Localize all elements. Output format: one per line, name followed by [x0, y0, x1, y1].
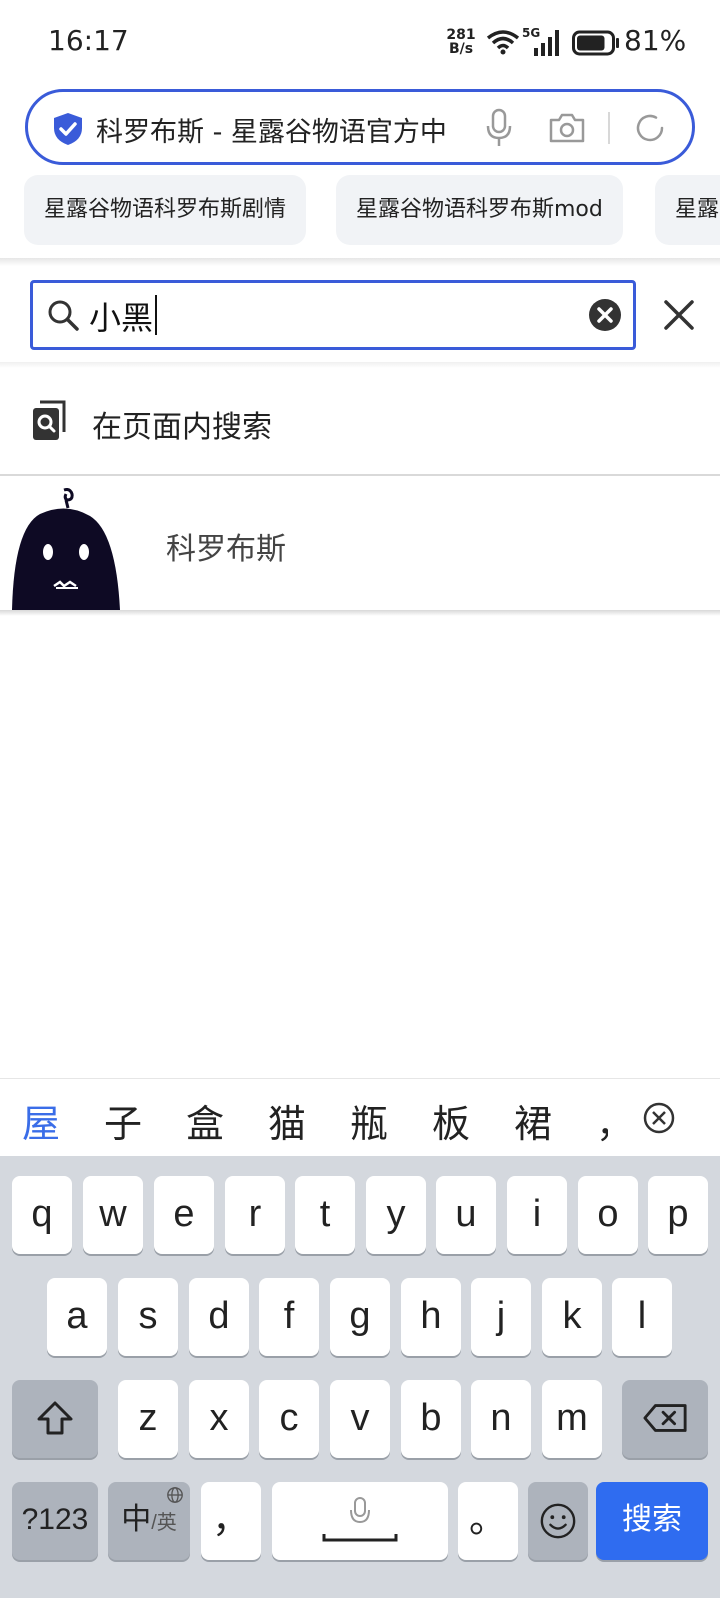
result-item[interactable]: 科罗布斯 — [0, 478, 720, 610]
key-e[interactable]: e — [154, 1176, 214, 1254]
network-speed-value: 281 — [446, 27, 476, 43]
key-q[interactable]: q — [12, 1176, 72, 1254]
results-shadow — [0, 610, 720, 616]
shift-icon — [37, 1401, 73, 1435]
key-r[interactable]: r — [225, 1176, 285, 1254]
key-z[interactable]: z — [118, 1380, 178, 1458]
network-speed-unit: B/s — [448, 41, 474, 57]
emoji-key[interactable] — [528, 1482, 588, 1560]
candidate-word[interactable]: 裙 — [514, 1093, 552, 1148]
key-g[interactable]: g — [330, 1278, 390, 1356]
clear-candidates-icon[interactable] — [642, 1101, 676, 1135]
status-bar: 16:17 281 B/s 5G 81% — [0, 0, 720, 86]
key-f[interactable]: f — [259, 1278, 319, 1356]
suggestion-chip[interactable]: 星露谷物语科罗布斯mod — [336, 175, 623, 245]
space-key[interactable] — [272, 1482, 448, 1560]
candidate-word[interactable]: 子 — [104, 1093, 142, 1148]
refresh-icon[interactable] — [632, 110, 668, 146]
camera-icon[interactable] — [548, 112, 586, 144]
battery-icon — [572, 30, 619, 56]
key-y[interactable]: y — [366, 1176, 426, 1254]
candidate-word[interactable]: 屋 — [22, 1093, 60, 1148]
candidate-word[interactable]: 板 — [432, 1093, 470, 1148]
address-bar-divider — [608, 112, 610, 144]
key-b[interactable]: b — [401, 1380, 461, 1458]
suggestion-chip[interactable]: 星露谷物语科罗布斯剧情 — [24, 175, 307, 245]
backspace-icon — [643, 1404, 687, 1432]
key-t[interactable]: t — [295, 1176, 355, 1254]
language-key-main: 中 — [121, 1503, 152, 1536]
key-j[interactable]: j — [471, 1278, 531, 1356]
page-title[interactable]: 科罗布斯 - 星露谷物语官方中 — [96, 110, 496, 149]
security-shield-icon — [54, 113, 82, 145]
key-w[interactable]: w — [83, 1176, 143, 1254]
wifi-icon — [486, 30, 520, 55]
search-enter-key[interactable]: 搜索 — [596, 1482, 708, 1560]
suggestion-chip[interactable]: 星露谷 — [655, 175, 720, 245]
ime-candidate-bar: 屋 子 盒 猫 瓶 板 裙 ， — [0, 1078, 720, 1156]
find-in-page-input[interactable] — [89, 291, 569, 341]
key-c[interactable]: c — [259, 1380, 319, 1458]
signal-icon — [534, 30, 559, 56]
candidate-word[interactable]: 猫 — [268, 1093, 306, 1148]
address-bar[interactable]: 科罗布斯 - 星露谷物语官方中 — [25, 89, 695, 165]
space-mic-icon — [322, 1497, 398, 1542]
globe-icon — [167, 1487, 183, 1503]
key-d[interactable]: d — [189, 1278, 249, 1356]
clear-input-icon[interactable] — [587, 297, 623, 333]
network-speed: 281 B/s — [446, 28, 476, 56]
key-k[interactable]: k — [542, 1278, 602, 1356]
page-search-icon — [33, 400, 66, 440]
text-cursor — [155, 295, 157, 335]
language-switch-key[interactable]: 中/英 — [108, 1482, 190, 1560]
microphone-icon[interactable] — [484, 108, 514, 148]
key-m[interactable]: m — [542, 1380, 602, 1458]
result-item-label: 科罗布斯 — [166, 532, 286, 567]
key-u[interactable]: u — [436, 1176, 496, 1254]
search-in-page-row[interactable]: 在页面内搜索 — [0, 368, 720, 476]
toolbar-shadow — [0, 258, 720, 266]
candidate-word[interactable]: 瓶 — [350, 1093, 388, 1148]
emoji-icon — [540, 1503, 576, 1539]
krobus-thumbnail — [12, 488, 120, 610]
backspace-key[interactable] — [622, 1380, 708, 1458]
battery-percent: 81% — [624, 24, 687, 57]
candidate-word[interactable]: 盒 — [186, 1093, 224, 1148]
key-o[interactable]: o — [578, 1176, 638, 1254]
key-x[interactable]: x — [189, 1380, 249, 1458]
suggestion-chips: 星露谷物语科罗布斯剧情 星露谷物语科罗布斯mod 星露谷 — [0, 175, 720, 247]
comma-key[interactable]: ， — [201, 1482, 261, 1560]
close-find-icon[interactable] — [660, 296, 698, 334]
find-in-page-bar — [30, 280, 636, 350]
period-key[interactable]: 。 — [458, 1482, 518, 1560]
symbols-key[interactable]: ?123 — [12, 1482, 98, 1560]
soft-keyboard: q w e r t y u i o p a s d f g h j k l z … — [0, 1156, 720, 1598]
search-icon — [48, 300, 79, 331]
key-a[interactable]: a — [47, 1278, 107, 1356]
key-i[interactable]: i — [507, 1176, 567, 1254]
status-time: 16:17 — [48, 24, 129, 57]
key-p[interactable]: p — [648, 1176, 708, 1254]
search-in-page-label: 在页面内搜索 — [92, 410, 272, 445]
key-n[interactable]: n — [471, 1380, 531, 1458]
key-l[interactable]: l — [612, 1278, 672, 1356]
shift-key[interactable] — [12, 1380, 98, 1458]
language-key-sub: /英 — [151, 1512, 177, 1534]
key-h[interactable]: h — [401, 1278, 461, 1356]
key-v[interactable]: v — [330, 1380, 390, 1458]
candidate-word[interactable]: ， — [596, 1093, 608, 1148]
key-s[interactable]: s — [118, 1278, 178, 1356]
